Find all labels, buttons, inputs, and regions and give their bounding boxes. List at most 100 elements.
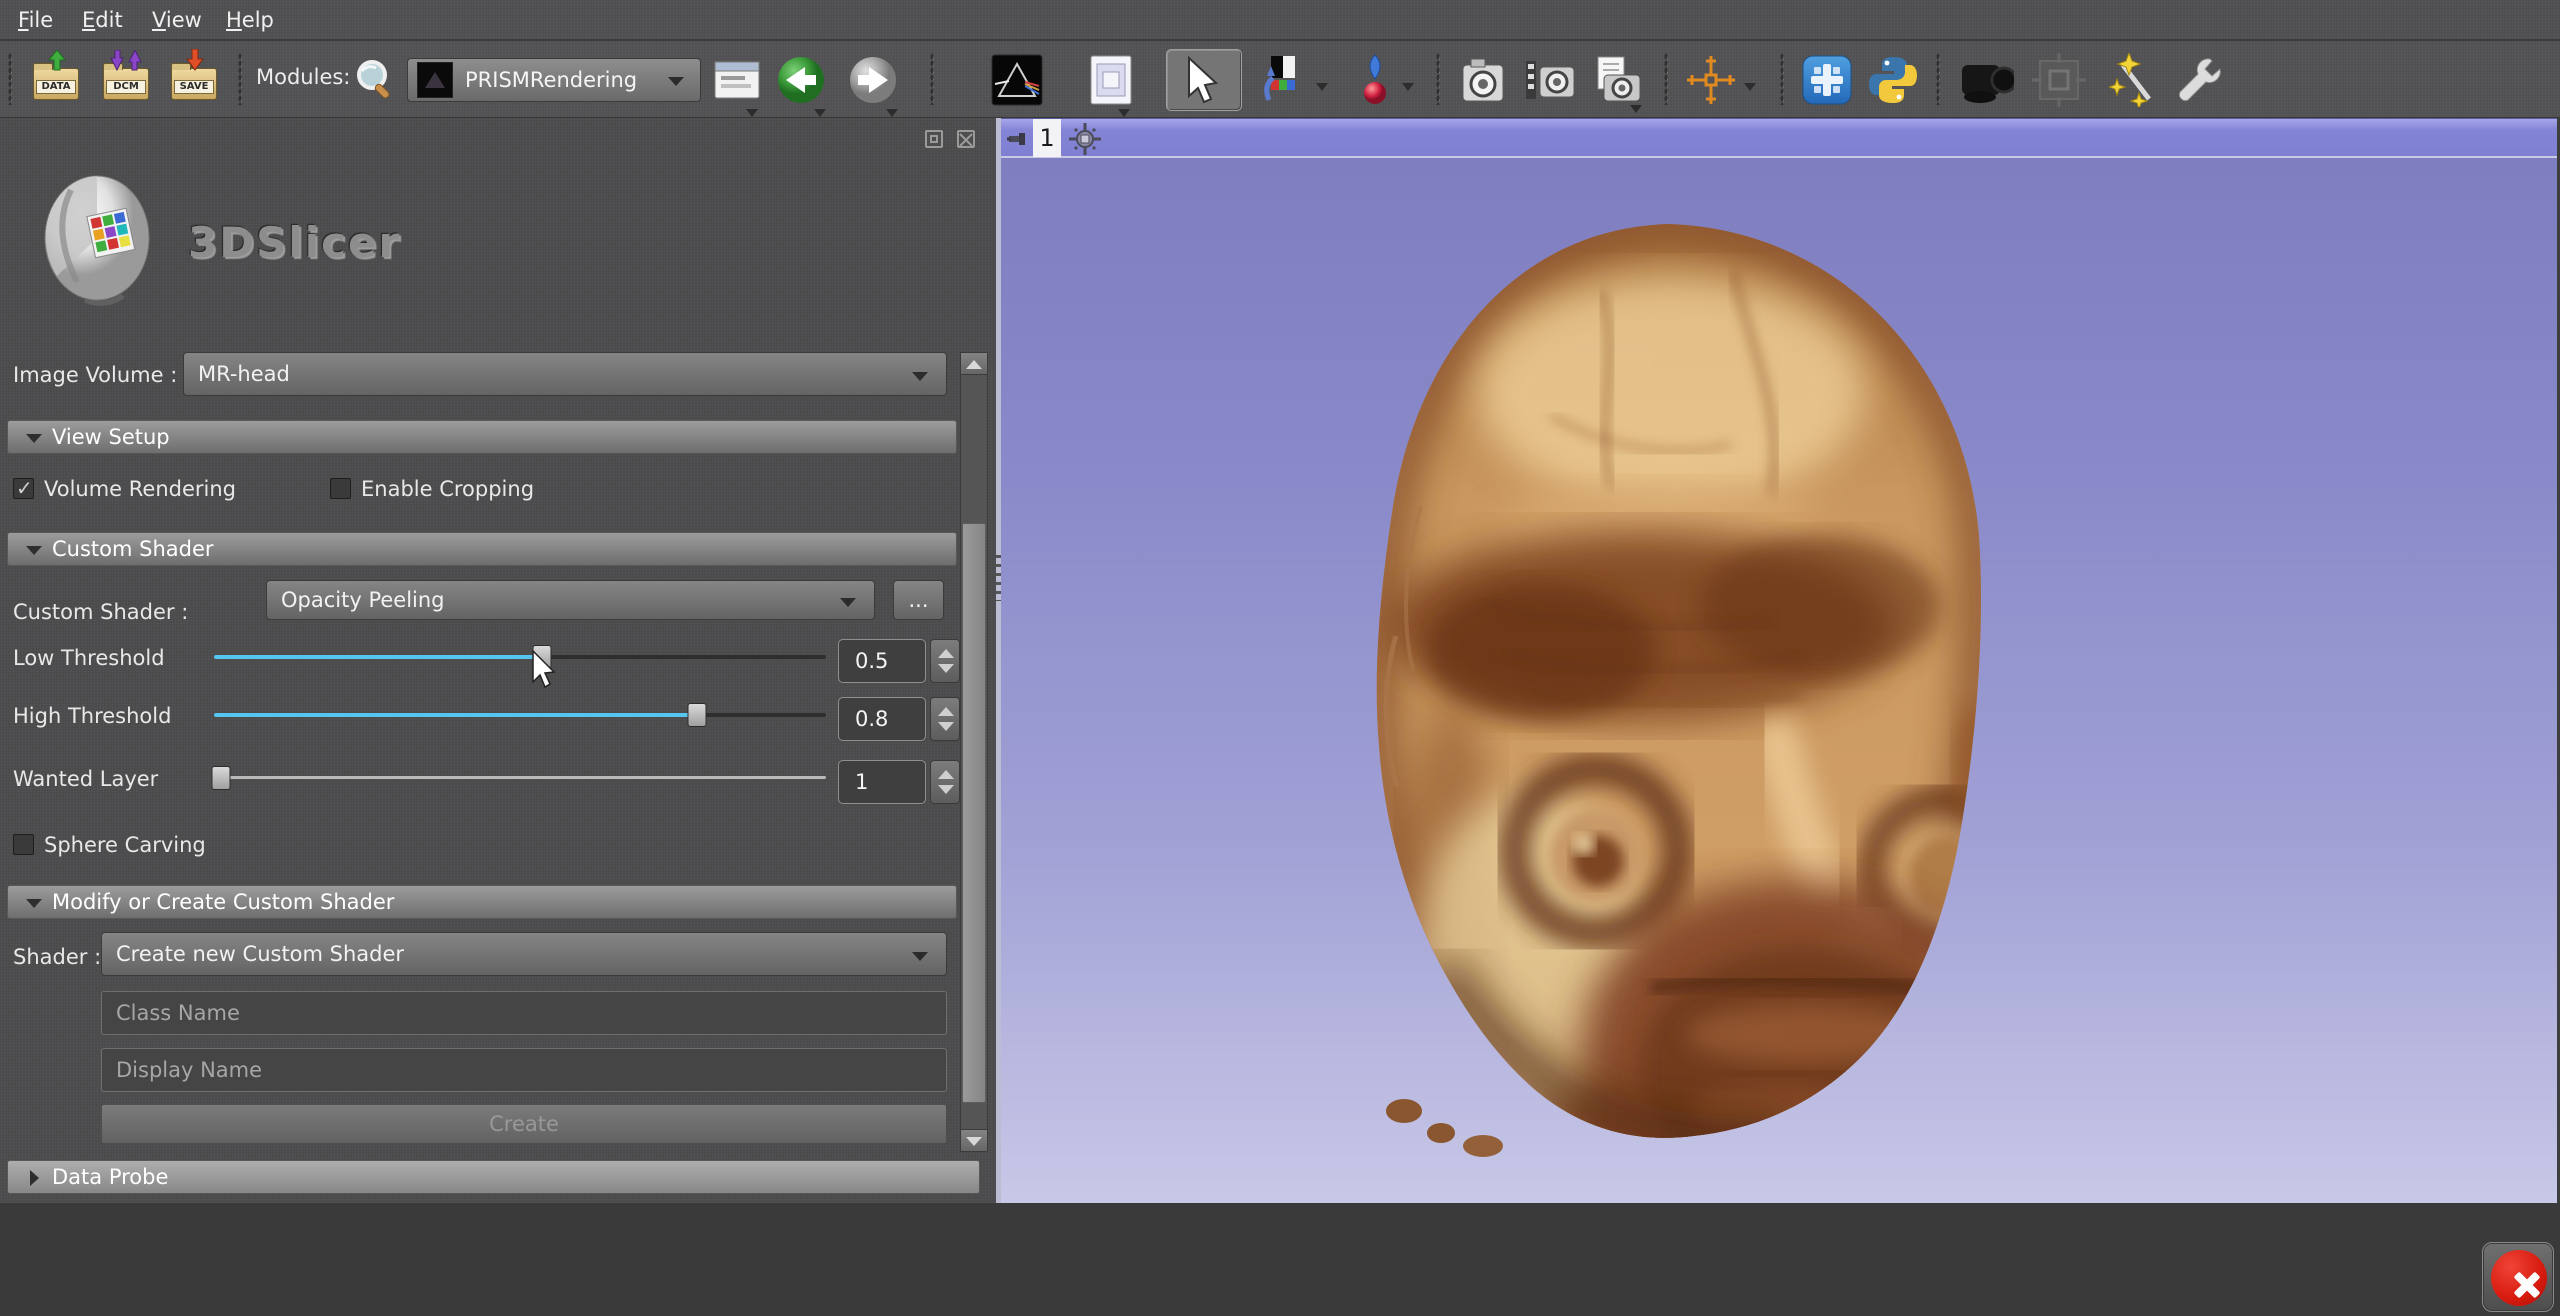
module-panel: 3DSlicer Image Volume : MR-head View Set… bbox=[0, 118, 996, 1203]
application-window: File Edit View Help DATA DCM SAVE bbox=[0, 0, 2560, 1316]
cinematic-camera-button[interactable] bbox=[1960, 53, 2014, 107]
toolbar-separator[interactable] bbox=[238, 53, 246, 105]
prism-module-button[interactable] bbox=[990, 53, 1044, 107]
high-threshold-slider[interactable] bbox=[214, 703, 826, 727]
scrollbar-thumb[interactable] bbox=[962, 523, 986, 1103]
mouse-interaction-button[interactable] bbox=[1166, 49, 1242, 111]
wanted-layer-slider[interactable] bbox=[214, 766, 826, 790]
magic-wand-icon bbox=[2109, 53, 2161, 107]
section-data-probe[interactable]: Data Probe bbox=[7, 1160, 980, 1194]
collapse-triangle-icon bbox=[26, 899, 42, 908]
pin-icon[interactable] bbox=[1007, 129, 1031, 149]
image-volume-combobox[interactable]: MR-head bbox=[183, 352, 947, 396]
slider-handle[interactable] bbox=[688, 703, 707, 727]
scene-views-button[interactable] bbox=[1590, 53, 1644, 107]
spinbox-arrows[interactable] bbox=[930, 697, 960, 741]
scroll-up-button[interactable] bbox=[961, 353, 987, 375]
toolbar-separator[interactable] bbox=[1780, 53, 1788, 105]
menu-help[interactable]: Help bbox=[220, 6, 280, 34]
magic-wand-button[interactable] bbox=[2108, 53, 2162, 107]
chevron-down-icon[interactable] bbox=[1316, 83, 1328, 91]
python-console-button[interactable] bbox=[1866, 53, 1920, 107]
low-threshold-slider[interactable] bbox=[214, 645, 826, 669]
enable-cropping-label: Enable Cropping bbox=[361, 477, 534, 501]
volume-rendering-label: Volume Rendering bbox=[44, 477, 236, 501]
extensions-manager-button[interactable] bbox=[1800, 53, 1854, 107]
volume-display-button[interactable] bbox=[1256, 53, 1310, 107]
float-panel-icon[interactable] bbox=[925, 130, 943, 148]
settings-wrench-button[interactable] bbox=[2172, 53, 2226, 107]
custom-shader-label: Custom Shader : bbox=[13, 600, 188, 624]
slicer-logo bbox=[25, 150, 175, 320]
high-threshold-label: High Threshold bbox=[13, 704, 171, 728]
scene-views-icon bbox=[1590, 55, 1644, 105]
menu-view[interactable]: View bbox=[146, 6, 208, 34]
panel-scrollbar[interactable] bbox=[960, 352, 988, 1152]
scroll-down-button[interactable] bbox=[961, 1129, 987, 1151]
chevron-down-icon[interactable] bbox=[1402, 83, 1414, 91]
load-data-button[interactable]: DATA bbox=[30, 53, 84, 107]
chevron-down-icon bbox=[840, 598, 856, 607]
threed-view[interactable]: 1 bbox=[1001, 118, 2557, 1232]
module-search-button[interactable] bbox=[348, 53, 402, 107]
section-modify-create[interactable]: Modify or Create Custom Shader bbox=[7, 885, 957, 919]
toolbar-separator[interactable] bbox=[930, 53, 938, 105]
save-button[interactable]: SAVE bbox=[168, 53, 222, 107]
app-title: 3DSlicer bbox=[188, 218, 401, 267]
create-button[interactable]: Create bbox=[101, 1104, 947, 1144]
module-history-button[interactable] bbox=[710, 53, 764, 107]
sphere-carving-label: Sphere Carving bbox=[44, 833, 206, 857]
markups-button[interactable] bbox=[1348, 53, 1402, 107]
layout-selector-button[interactable] bbox=[1084, 53, 1138, 107]
module-selector-combobox[interactable]: PRISMRendering bbox=[407, 58, 701, 102]
spinbox-arrows[interactable] bbox=[930, 760, 960, 804]
capture-frame-button[interactable] bbox=[2032, 53, 2086, 107]
error-close-button[interactable] bbox=[2482, 1242, 2554, 1312]
threed-view-controller-bar[interactable]: 1 bbox=[1001, 118, 2557, 158]
spinbox-arrows[interactable] bbox=[930, 639, 960, 683]
collapse-triangle-icon bbox=[30, 1170, 39, 1186]
class-name-input[interactable] bbox=[101, 991, 947, 1035]
main-toolbar: DATA DCM SAVE Modules: bbox=[0, 41, 2560, 118]
markups-icon bbox=[1355, 53, 1395, 107]
scene-capture-button[interactable] bbox=[1524, 53, 1578, 107]
menu-edit[interactable]: Edit bbox=[76, 6, 129, 34]
close-panel-icon[interactable] bbox=[957, 130, 975, 148]
screenshot-button[interactable] bbox=[1458, 53, 1512, 107]
chevron-down-icon[interactable] bbox=[1744, 83, 1756, 91]
menu-file[interactable]: File bbox=[12, 6, 59, 34]
shader-more-button[interactable]: ... bbox=[893, 580, 944, 620]
view-label: 1 bbox=[1033, 119, 1061, 157]
toolbar-separator[interactable] bbox=[1664, 53, 1672, 105]
slider-handle[interactable] bbox=[212, 766, 231, 790]
enable-cropping-checkbox[interactable] bbox=[330, 478, 351, 499]
section-view-setup[interactable]: View Setup bbox=[7, 420, 957, 454]
collapse-triangle-icon bbox=[26, 434, 42, 443]
toolbar-separator[interactable] bbox=[1936, 53, 1944, 105]
shader-label: Shader : bbox=[13, 945, 101, 969]
back-button[interactable] bbox=[774, 53, 828, 107]
prism-module-icon bbox=[991, 54, 1043, 106]
sphere-carving-checkbox[interactable] bbox=[13, 834, 34, 855]
custom-shader-combobox[interactable]: Opacity Peeling bbox=[266, 580, 875, 620]
volume-rendering-checkbox[interactable] bbox=[13, 478, 34, 499]
save-icon: SAVE bbox=[171, 58, 219, 102]
load-dicom-button[interactable]: DCM bbox=[100, 53, 154, 107]
toolbar-separator[interactable] bbox=[1436, 53, 1444, 105]
custom-shader-value: Opacity Peeling bbox=[281, 588, 445, 612]
module-history-icon bbox=[713, 60, 761, 100]
chevron-down-icon bbox=[668, 77, 684, 86]
forward-button[interactable] bbox=[846, 53, 900, 107]
settings-wrench-icon bbox=[2172, 53, 2226, 107]
view-crosshair-icon[interactable] bbox=[1069, 123, 1101, 155]
image-volume-label: Image Volume : bbox=[13, 363, 177, 387]
section-custom-shader[interactable]: Custom Shader bbox=[7, 532, 957, 566]
shader-create-combobox[interactable]: Create new Custom Shader bbox=[101, 932, 947, 976]
mouse-pointer-icon bbox=[1185, 56, 1225, 104]
crosshair-button[interactable] bbox=[1684, 53, 1738, 107]
chevron-down-icon bbox=[1118, 109, 1130, 117]
capture-frame-icon bbox=[2032, 53, 2086, 107]
toolbar-separator[interactable] bbox=[8, 53, 16, 105]
display-name-input[interactable] bbox=[101, 1048, 947, 1092]
threed-viewport[interactable] bbox=[1001, 158, 2557, 1232]
